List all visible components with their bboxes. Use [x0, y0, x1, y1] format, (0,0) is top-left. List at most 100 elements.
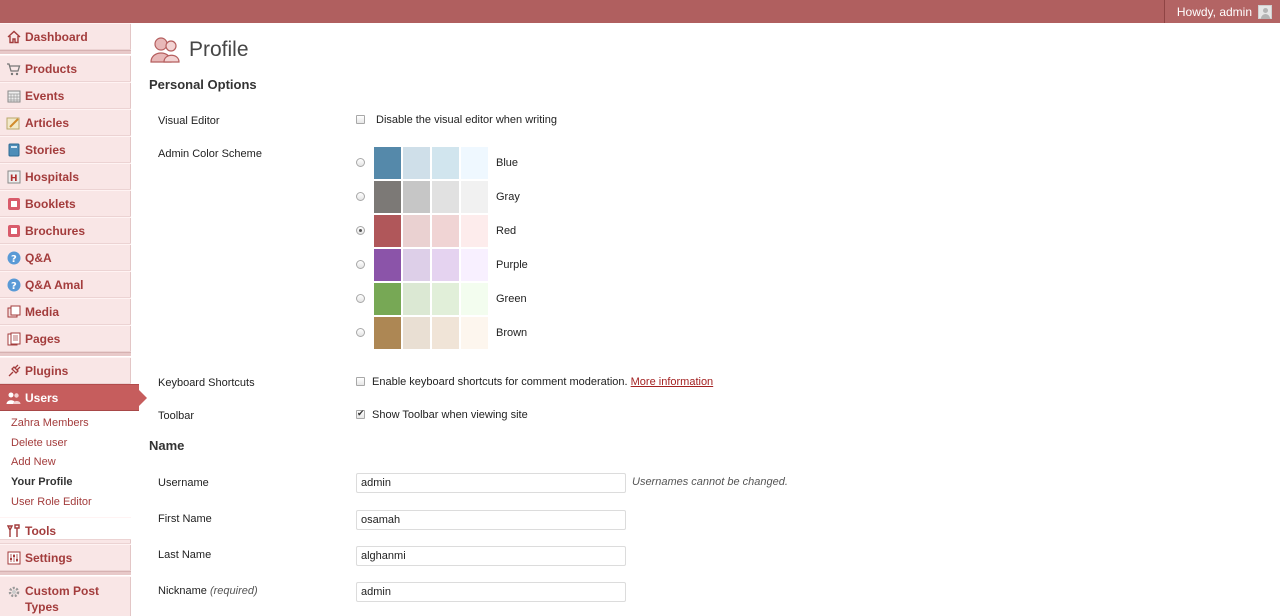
visual-editor-label: Visual Editor: [158, 115, 220, 127]
pages-icon: [6, 331, 21, 346]
username-hint: Usernames cannot be changed.: [632, 476, 788, 488]
svg-text:?: ?: [11, 281, 17, 292]
sidebar-item-label: Q&A Amal: [25, 277, 84, 292]
visual-editor-checkbox[interactable]: [356, 115, 365, 124]
sidebar-item-label: Hospitals: [25, 169, 80, 184]
color-scheme-radio-red[interactable]: [356, 226, 365, 235]
sidebar-item-users[interactable]: Users: [0, 384, 147, 411]
tools-icon: [6, 523, 21, 538]
color-swatch: [403, 181, 430, 213]
color-scheme-label: Admin Color Scheme: [158, 148, 262, 160]
greeting-text: Howdy, admin: [1176, 4, 1252, 19]
sidebar-item-label: Products: [25, 61, 78, 76]
color-swatch: [461, 147, 488, 179]
svg-text:H: H: [10, 174, 18, 184]
calendar-icon: [6, 88, 21, 103]
color-scheme-name[interactable]: Red: [496, 225, 516, 237]
sidebar-item-stories[interactable]: Stories: [0, 136, 131, 163]
sidebar-item-products[interactable]: Products: [0, 55, 131, 82]
color-swatch: [461, 317, 488, 349]
color-swatch: [374, 147, 401, 179]
avatar: [1258, 4, 1272, 19]
admin-bar: Howdy, admin: [0, 0, 1280, 23]
main-content: Profile Personal Options Visual Editor D…: [149, 23, 1269, 616]
first-name-input[interactable]: [356, 510, 626, 530]
color-swatch: [432, 249, 459, 281]
sidebar-item-media[interactable]: Media: [0, 298, 131, 325]
sidebar-item-label: Events: [25, 88, 65, 103]
color-scheme-radio-gray[interactable]: [356, 192, 365, 201]
color-scheme-name[interactable]: Green: [496, 293, 527, 305]
color-swatch: [374, 215, 401, 247]
submenu-zahra-members[interactable]: Zahra Members: [11, 417, 89, 429]
name-heading: Name: [149, 438, 185, 453]
color-swatch: [403, 317, 430, 349]
plug-icon: [6, 363, 21, 378]
more-information-link[interactable]: More information: [631, 376, 714, 388]
sidebar-item-plugins[interactable]: Plugins: [0, 357, 131, 384]
sidebar-item-qa[interactable]: ? Q&A: [0, 244, 131, 271]
sidebar-item-label: Users: [25, 390, 59, 405]
color-swatch: [461, 283, 488, 315]
sidebar-item-tools[interactable]: Tools: [0, 517, 131, 544]
submenu-delete-user[interactable]: Delete user: [11, 437, 67, 449]
sidebar-item-settings[interactable]: Settings: [0, 544, 131, 571]
last-name-input[interactable]: [356, 546, 626, 566]
color-scheme-name[interactable]: Purple: [496, 259, 528, 271]
last-name-label: Last Name: [158, 549, 212, 561]
toolbar-checkbox[interactable]: [356, 408, 365, 419]
sidebar-item-qa-amal[interactable]: ? Q&A Amal: [0, 271, 131, 298]
submenu-your-profile[interactable]: Your Profile: [11, 476, 73, 488]
color-swatch: [403, 147, 430, 179]
username-label: Username: [158, 477, 209, 489]
submenu-add-new[interactable]: Add New: [11, 456, 56, 468]
sidebar-item-label: Plugins: [25, 363, 69, 378]
nickname-input[interactable]: [356, 582, 626, 602]
sidebar-item-hospitals[interactable]: H Hospitals: [0, 163, 131, 190]
color-swatch: [374, 249, 401, 281]
question-icon: ?: [6, 277, 21, 292]
color-swatch: [374, 317, 401, 349]
sidebar-item-label: Custom Post Types: [25, 584, 100, 614]
account-menu[interactable]: Howdy, admin: [1163, 0, 1280, 23]
color-scheme-name[interactable]: Gray: [496, 191, 520, 203]
toolbar-label: Toolbar: [158, 410, 195, 422]
page-title: Profile: [189, 38, 249, 61]
sidebar-item-booklets[interactable]: Booklets: [0, 190, 131, 217]
color-scheme-radio-brown[interactable]: [356, 328, 365, 337]
question-icon: ?: [6, 250, 21, 265]
submenu-user-role-editor[interactable]: User Role Editor: [11, 496, 92, 508]
pencil-note-icon: [6, 115, 21, 130]
nickname-label: Nickname: [158, 585, 207, 597]
users-icon: [149, 34, 181, 66]
color-scheme-radio-purple[interactable]: [356, 260, 365, 269]
sidebar-item-dashboard[interactable]: Dashboard: [0, 23, 131, 50]
sidebar-item-brochures[interactable]: Brochures: [0, 217, 131, 244]
color-scheme-radio-blue[interactable]: [356, 158, 365, 167]
keyboard-shortcuts-checkbox[interactable]: [356, 377, 365, 386]
sidebar-item-label: Booklets: [25, 196, 76, 211]
settings-icon: [6, 550, 21, 565]
color-scheme-name[interactable]: Brown: [496, 327, 527, 339]
sidebar-item-events[interactable]: Events: [0, 82, 131, 109]
color-swatch: [432, 283, 459, 315]
username-input[interactable]: [356, 473, 626, 493]
personal-options-heading: Personal Options: [149, 77, 257, 92]
sidebar-item-pages[interactable]: Pages: [0, 325, 131, 352]
sidebar-item-articles[interactable]: Articles: [0, 109, 131, 136]
color-swatch: [432, 147, 459, 179]
sidebar-item-label: Settings: [25, 550, 73, 565]
sidebar-item-label: Dashboard: [25, 29, 88, 44]
sidebar-item-custom-post-types[interactable]: Custom Post Types: [0, 576, 131, 616]
color-swatch: [432, 317, 459, 349]
nickname-label-row: Nickname (required): [158, 585, 258, 597]
color-scheme-radio-green[interactable]: [356, 294, 365, 303]
gear-icon: [6, 584, 21, 599]
color-swatch: [432, 181, 459, 213]
color-scheme-name[interactable]: Blue: [496, 157, 518, 169]
keyboard-shortcuts-option-text: Enable keyboard shortcuts for comment mo…: [372, 376, 628, 388]
required-marker: (required): [209, 585, 258, 597]
users-icon: [6, 390, 21, 405]
brochure-icon: [6, 223, 21, 238]
keyboard-shortcuts-label: Keyboard Shortcuts: [158, 377, 255, 389]
